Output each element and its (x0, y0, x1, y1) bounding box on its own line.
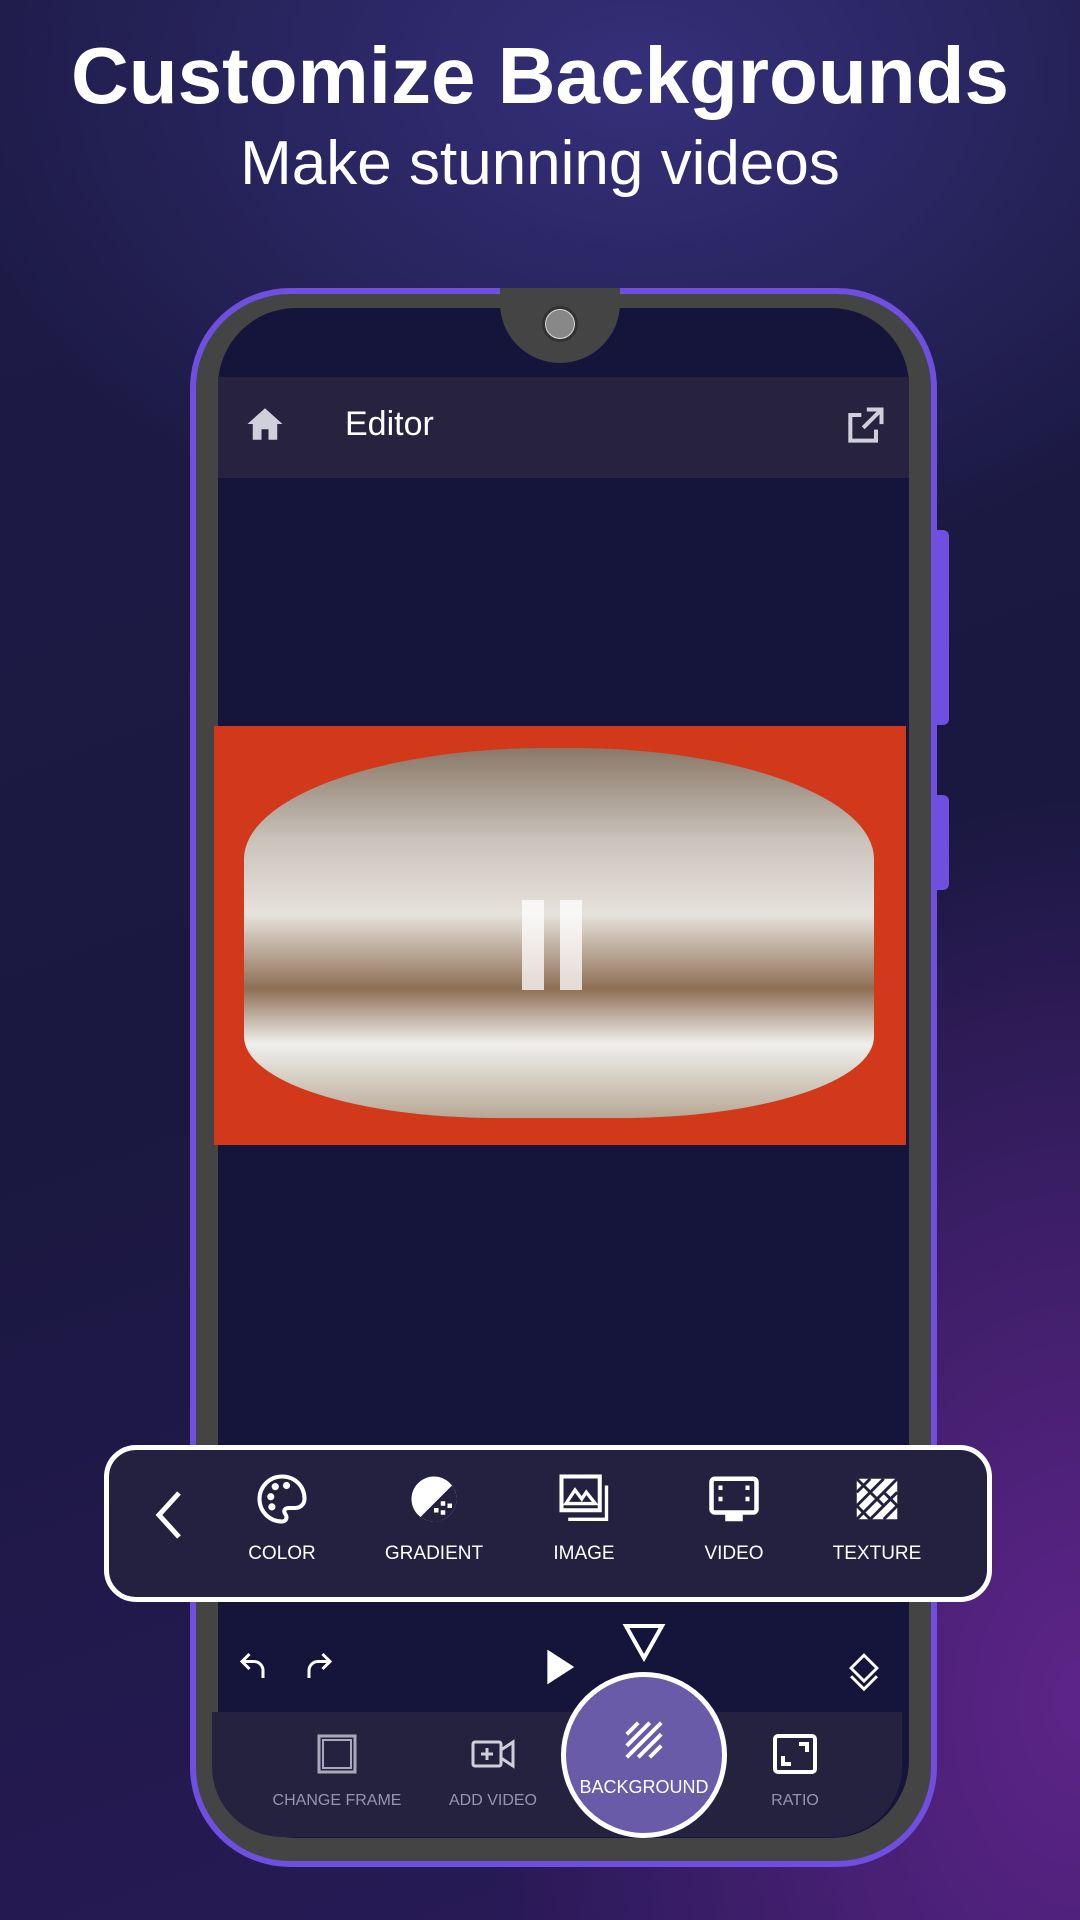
nav-label: CHANGE FRAME (272, 1792, 402, 1809)
play-icon[interactable] (543, 1648, 577, 1686)
undo-icon[interactable] (236, 1648, 272, 1684)
app-bar (218, 377, 909, 478)
phone-side-button (937, 530, 949, 725)
option-label: GRADIENT (384, 1543, 484, 1564)
open-external-icon[interactable] (843, 404, 887, 448)
texture-icon (855, 1477, 899, 1521)
nav-change-frame[interactable]: CHANGE FRAME (257, 1730, 417, 1810)
option-label: COLOR (248, 1543, 316, 1564)
headline-subtitle: Make stunning videos (240, 129, 840, 198)
triangle-indicator-icon (622, 1624, 666, 1662)
option-video[interactable]: VIDEO (664, 1472, 804, 1565)
pause-icon[interactable] (522, 900, 582, 990)
image-icon (559, 1474, 609, 1521)
camera-icon (542, 306, 578, 342)
palette-icon (257, 1474, 307, 1524)
option-label: VIDEO (704, 1543, 764, 1564)
gradient-icon (411, 1476, 457, 1522)
nav-label: BACKGROUND (579, 1777, 709, 1797)
background-options-panel: COLOR GRADIENT IMAGE VIDEO TEXTURE (104, 1445, 992, 1602)
nav-add-video[interactable]: ADD VIDEO (413, 1730, 573, 1810)
option-gradient[interactable]: GRADIENT (364, 1472, 504, 1565)
layers-icon[interactable] (844, 1652, 884, 1694)
add-video-icon (471, 1739, 515, 1769)
nav-label: ADD VIDEO (448, 1792, 537, 1809)
option-label: TEXTURE (832, 1543, 922, 1564)
nav-background[interactable]: BACKGROUND (561, 1672, 727, 1838)
app-bar-title: Editor (345, 405, 434, 443)
nav-ratio[interactable]: RATIO (715, 1730, 875, 1810)
film-icon (709, 1476, 759, 1522)
redo-icon[interactable] (300, 1648, 336, 1684)
home-icon[interactable] (243, 403, 287, 445)
option-texture[interactable]: TEXTURE (807, 1472, 947, 1565)
nav-label: RATIO (771, 1792, 819, 1809)
phone-side-button (937, 795, 949, 890)
frame-icon (317, 1734, 357, 1774)
headline-title: Customize Backgrounds (71, 31, 1009, 120)
background-icon (625, 1721, 663, 1759)
option-label: IMAGE (553, 1543, 615, 1564)
option-image[interactable]: IMAGE (514, 1472, 654, 1565)
option-color[interactable]: COLOR (212, 1472, 352, 1565)
chevron-left-icon[interactable] (154, 1490, 184, 1540)
ratio-icon (773, 1734, 817, 1774)
